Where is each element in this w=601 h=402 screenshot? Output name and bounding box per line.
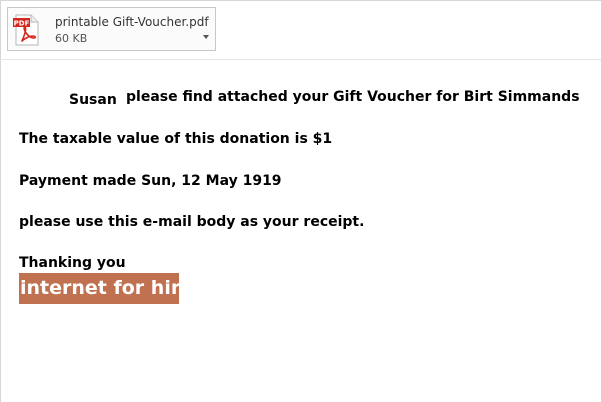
attachment-chip[interactable]: PDF printable Gift-Voucher.pdf 60 KB — [7, 7, 216, 51]
window-left-border — [0, 0, 1, 402]
window-top-border — [0, 0, 601, 1]
pdf-file-icon: PDF — [13, 14, 41, 46]
svg-text:PDF: PDF — [14, 20, 30, 28]
recipient-name: Susan — [69, 92, 117, 108]
taxable-value-line: The taxable value of this donation is $1 — [19, 131, 333, 147]
attachment-file-size: 60 KB — [55, 32, 88, 45]
attachment-file-name: printable Gift-Voucher.pdf — [55, 15, 209, 29]
attachment-divider — [0, 59, 601, 60]
chevron-down-icon[interactable] — [202, 25, 210, 39]
signature-block: internet for hire — [19, 273, 193, 304]
closing-line: Thanking you — [19, 255, 126, 271]
payment-line: Payment made Sun, 12 May 1919 — [19, 173, 282, 189]
greeting-text: please find attached your Gift Voucher f… — [126, 89, 580, 105]
receipt-line: please use this e-mail body as your rece… — [19, 214, 365, 230]
